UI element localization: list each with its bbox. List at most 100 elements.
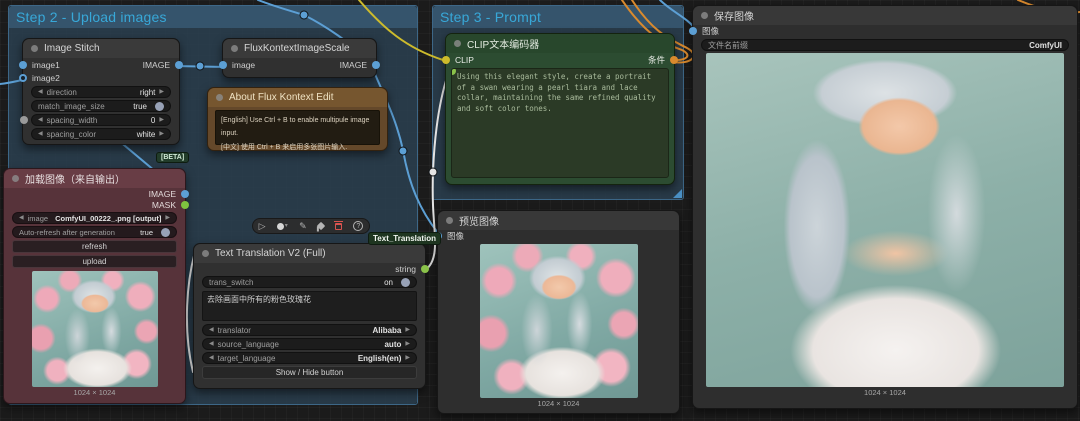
input-port-clip[interactable]: [442, 55, 450, 64]
node-text-translation[interactable]: Text Translation V2 (Full) string trans_…: [193, 243, 429, 389]
loaded-image-thumbnail[interactable]: [31, 271, 158, 387]
output-label: IMAGE: [142, 59, 170, 70]
node-save-image[interactable]: 保存图像 图像 文件名前缀 ComfyUI 1024 × 1024: [689, 5, 1078, 409]
node-image-stitch-header[interactable]: Image Stitch: [23, 39, 179, 58]
output-port-image[interactable]: [175, 60, 183, 69]
note-line-chinese: [中文] 使用 Ctrl + B 来启用多张图片输入.: [221, 143, 348, 151]
node-header[interactable]: About Flux Kontext Edit: [208, 88, 387, 107]
widget-label: 文件名前缀: [708, 40, 748, 50]
widget-direction[interactable]: ◀ direction right ▶: [31, 86, 171, 98]
widget-target-language[interactable]: ◀ target_language English(en) ▶: [202, 352, 417, 364]
output-port-mask[interactable]: [181, 200, 189, 209]
source-text-area[interactable]: 去除画面中所有的粉色玫瑰花: [202, 291, 417, 321]
widget-match-image-size[interactable]: match_image_size true: [31, 100, 171, 112]
widget-autorefresh[interactable]: Auto-refresh after generation true: [12, 226, 177, 238]
combo-right-arrow-icon[interactable]: ▶: [159, 89, 164, 95]
delete-icon[interactable]: [334, 220, 344, 230]
slot-row: 图像: [689, 25, 1077, 37]
collapse-dot-icon[interactable]: [701, 12, 708, 19]
output-port-string[interactable]: [421, 264, 429, 273]
output-port-image[interactable]: [181, 189, 189, 198]
combo-left-arrow-icon[interactable]: ◀: [209, 355, 214, 361]
run-icon[interactable]: ▷: [259, 221, 266, 231]
collapse-dot-icon[interactable]: [231, 45, 238, 52]
node-title: Image Stitch: [44, 43, 100, 54]
combo-right-arrow-icon[interactable]: ▶: [405, 341, 410, 347]
combo-left-arrow-icon[interactable]: ◀: [38, 89, 43, 95]
beta-badge: [BETA]: [156, 152, 190, 163]
combo-left-arrow-icon[interactable]: ◀: [209, 341, 214, 347]
combo-left-arrow-icon[interactable]: ◀: [209, 327, 214, 333]
node-header[interactable]: CLIP文本编码器: [446, 34, 674, 53]
prompt-text-area[interactable]: Using this elegant style, create a portr…: [451, 68, 669, 178]
slot-row: MASK: [4, 199, 189, 210]
toggle-icon[interactable]: [161, 227, 170, 237]
widget-trans-switch[interactable]: trans_switch on: [202, 276, 417, 288]
collapse-dot-icon[interactable]: [31, 45, 38, 52]
combo-right-arrow-icon[interactable]: ▶: [159, 117, 164, 123]
node-header[interactable]: 加载图像（来自输出）: [4, 169, 185, 188]
output-port-image[interactable]: [372, 60, 380, 69]
node-flux-kontext-image-scale[interactable]: FluxKontextImageScale image IMAGE: [219, 38, 380, 78]
toggle-icon[interactable]: [155, 101, 164, 111]
combo-left-arrow-icon[interactable]: ◀: [19, 215, 24, 221]
widget-spacing-color[interactable]: ◀ spacing_color white ▶: [31, 128, 171, 140]
help-icon[interactable]: ?: [353, 221, 364, 231]
widget-label: source_language: [217, 339, 280, 349]
collapse-dot-icon[interactable]: [12, 175, 19, 182]
refresh-button[interactable]: refresh: [12, 240, 177, 253]
widget-value: auto: [384, 339, 402, 349]
group-step3-header[interactable]: Step 3 - Prompt: [433, 6, 683, 28]
group-step2-header[interactable]: Step 2 - Upload images: [9, 6, 417, 28]
show-hide-button[interactable]: Show / Hide button: [202, 366, 417, 379]
collapse-dot-icon[interactable]: [454, 40, 461, 47]
node-graph-canvas[interactable]: Step 2 - Upload images Step 3 - Prompt I…: [0, 0, 1080, 421]
node-header[interactable]: 保存图像: [693, 6, 1077, 25]
combo-right-arrow-icon[interactable]: ▶: [165, 215, 170, 221]
input-port-spacing-width[interactable]: [20, 116, 28, 124]
widget-spacing-width[interactable]: ◀ spacing_width 0 ▶: [20, 114, 171, 126]
input-port-image[interactable]: [689, 27, 697, 35]
widget-filename-prefix[interactable]: 文件名前缀 ComfyUI: [701, 39, 1069, 51]
slot-row: 图像: [434, 230, 679, 242]
chevron-down-icon: ▾: [284, 223, 288, 229]
preview-image-thumbnail[interactable]: [479, 244, 638, 398]
combo-right-arrow-icon[interactable]: ▶: [159, 131, 164, 137]
node-header[interactable]: Text Translation V2 (Full): [194, 244, 425, 263]
input-port-image[interactable]: [219, 60, 227, 69]
collapse-dot-icon[interactable]: [202, 250, 209, 257]
saved-image-thumbnail[interactable]: [706, 53, 1064, 387]
widget-value: true: [140, 227, 153, 237]
node-color-icon[interactable]: ▾: [276, 222, 288, 230]
widget-translator[interactable]: ◀ translator Alibaba ▶: [202, 324, 417, 336]
node-image-stitch[interactable]: Image Stitch image1 IMAGE image2 ◀ direc…: [19, 38, 183, 145]
widget-image-file[interactable]: ◀ image ComfyUI_00222_.png [output] ▶: [12, 212, 177, 224]
combo-right-arrow-icon[interactable]: ▶: [405, 327, 410, 333]
node-about-flux-kontext[interactable]: About Flux Kontext Edit [English] Use Ct…: [207, 87, 388, 151]
node-header[interactable]: 预览图像: [438, 211, 679, 230]
combo-right-arrow-icon[interactable]: ▶: [405, 355, 410, 361]
output-port-conditioning[interactable]: [670, 55, 678, 64]
toggle-icon[interactable]: [401, 277, 410, 287]
slot-row: image IMAGE: [219, 58, 380, 71]
edit-icon[interactable]: ✎: [299, 221, 307, 231]
image-size-caption: 1024 × 1024: [73, 388, 116, 397]
widget-source-language[interactable]: ◀ source_language auto ▶: [202, 338, 417, 350]
node-header[interactable]: FluxKontextImageScale: [223, 39, 376, 58]
node-toolbar[interactable]: ▷ ▾ ✎ ?: [252, 218, 370, 234]
pin-icon[interactable]: [316, 221, 326, 231]
node-preview-image[interactable]: 预览图像 图像 1024 × 1024: [434, 210, 680, 414]
node-load-image-from-output[interactable]: 加载图像（来自输出） IMAGE MASK ◀ image ComfyUI_00…: [3, 168, 189, 404]
collapse-dot-icon[interactable]: [446, 217, 453, 224]
node-clip-text-encode[interactable]: CLIP文本编码器 CLIP 条件 Using this elegant sty…: [442, 33, 678, 185]
combo-left-arrow-icon[interactable]: ◀: [38, 131, 43, 137]
input-port-image2[interactable]: [19, 73, 27, 82]
input-port-text-string[interactable]: [452, 69, 456, 75]
input-port-image1[interactable]: [19, 60, 27, 69]
collapse-dot-icon[interactable]: [216, 94, 223, 101]
group-resize-handle[interactable]: [673, 189, 682, 198]
combo-left-arrow-icon[interactable]: ◀: [38, 117, 43, 123]
widget-label: match_image_size: [38, 101, 105, 111]
group-step3-title: Step 3 - Prompt: [440, 9, 542, 25]
upload-button[interactable]: upload: [12, 255, 177, 268]
